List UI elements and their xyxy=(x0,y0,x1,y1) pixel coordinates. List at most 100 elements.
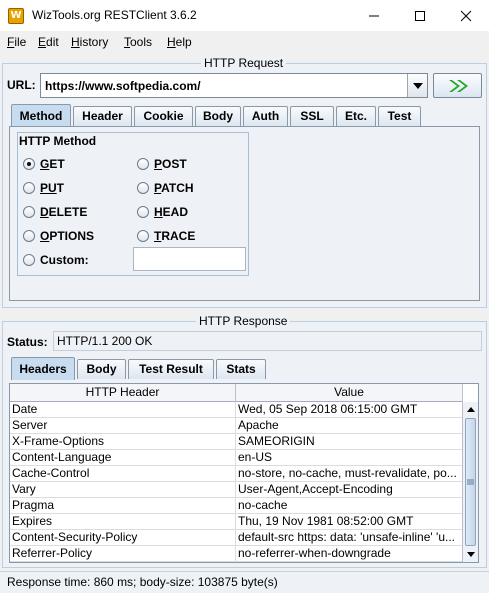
header-value-cell: Apache xyxy=(236,418,463,434)
radio-patch[interactable]: PATCH xyxy=(137,181,194,195)
header-name-cell: Pragma xyxy=(10,498,236,514)
table-header: HTTP Header Value xyxy=(10,384,463,402)
menu-bar: File Edit History Tools Help xyxy=(0,31,489,53)
radio-get[interactable]: GET xyxy=(23,157,65,171)
menu-file[interactable]: File xyxy=(7,35,26,49)
request-tabs: Method Header Cookie Body Auth SSL Etc. … xyxy=(9,104,479,127)
scroll-thumb[interactable] xyxy=(465,418,476,546)
header-name-cell: Content-Language xyxy=(10,450,236,466)
radio-icon xyxy=(137,230,149,242)
chevron-up-icon xyxy=(466,407,475,412)
maximize-icon xyxy=(415,10,425,21)
minimize-icon xyxy=(369,15,379,16)
radio-icon xyxy=(137,182,149,194)
table-scrollbar[interactable] xyxy=(462,402,478,562)
header-name-cell: X-Frame-Options xyxy=(10,434,236,450)
radio-icon xyxy=(137,158,149,170)
radio-put[interactable]: PUT xyxy=(23,181,64,195)
status-value: HTTP/1.1 200 OK xyxy=(53,331,482,351)
title-bar: W WizTools.org RESTClient 3.6.2 xyxy=(0,0,489,31)
table-row[interactable]: Referrer-Policy no-referrer-when-downgrad… xyxy=(10,546,463,562)
header-value-cell: default-src https: data: 'unsafe-inline'… xyxy=(236,530,463,546)
tab-ssl[interactable]: SSL xyxy=(290,106,334,126)
radio-post[interactable]: POST xyxy=(137,157,187,171)
tab-response-body[interactable]: Body xyxy=(77,359,126,379)
table-row[interactable]: Date Wed, 05 Sep 2018 06:15:00 GMT xyxy=(10,402,463,418)
double-chevron-right-icon xyxy=(448,79,468,92)
tab-cookie[interactable]: Cookie xyxy=(134,106,193,126)
url-input[interactable] xyxy=(41,74,401,97)
response-tabs: Headers Body Test Result Stats xyxy=(9,357,479,380)
header-name-cell: Content-Security-Policy xyxy=(10,530,236,546)
header-value-cell: no-store, no-cache, must-revalidate, po.… xyxy=(236,466,463,482)
header-name-cell: Vary xyxy=(10,482,236,498)
tab-auth[interactable]: Auth xyxy=(243,106,288,126)
header-value-cell: no-referrer-when-downgrade xyxy=(236,546,463,562)
table-row[interactable]: X-Frame-Options SAMEORIGIN xyxy=(10,434,463,450)
scroll-down-button[interactable] xyxy=(463,547,478,562)
table-row[interactable]: Expires Thu, 19 Nov 1981 08:52:00 GMT xyxy=(10,514,463,530)
chevron-down-icon xyxy=(412,82,423,89)
url-label: URL: xyxy=(7,78,36,92)
header-value-cell: en-US xyxy=(236,450,463,466)
header-value-cell: User-Agent,Accept-Encoding xyxy=(236,482,463,498)
http-method-title: HTTP Method xyxy=(19,134,97,148)
header-value-cell: no-cache xyxy=(236,498,463,514)
radio-icon xyxy=(23,254,35,266)
menu-history[interactable]: History xyxy=(71,35,108,49)
radio-icon xyxy=(23,182,35,194)
table-row[interactable]: Pragma no-cache xyxy=(10,498,463,514)
header-value-cell: Wed, 05 Sep 2018 06:15:00 GMT xyxy=(236,402,463,418)
radio-trace[interactable]: TRACE xyxy=(137,229,195,243)
app-logo-icon: W xyxy=(8,8,24,24)
header-name-cell: Expires xyxy=(10,514,236,530)
tab-body[interactable]: Body xyxy=(195,106,241,126)
table-row[interactable]: Cache-Control no-store, no-cache, must-re… xyxy=(10,466,463,482)
close-button[interactable] xyxy=(443,0,489,31)
header-value-cell: Thu, 19 Nov 1981 08:52:00 GMT xyxy=(236,514,463,530)
header-name-cell: Cache-Control xyxy=(10,466,236,482)
radio-icon xyxy=(23,230,35,242)
window-title: WizTools.org RESTClient 3.6.2 xyxy=(32,8,197,22)
header-name-cell: Referrer-Policy xyxy=(10,546,236,562)
send-request-button[interactable] xyxy=(433,73,482,98)
status-bar: Response time: 860 ms; body-size: 103875… xyxy=(0,571,489,593)
grip-icon xyxy=(467,479,474,485)
radio-selected-icon xyxy=(23,158,35,170)
radio-options[interactable]: OPTIONS xyxy=(23,229,94,243)
table-row[interactable]: Server Apache xyxy=(10,418,463,434)
menu-edit[interactable]: Edit xyxy=(38,35,59,49)
radio-icon xyxy=(23,206,35,218)
header-name-cell: Server xyxy=(10,418,236,434)
menu-tools[interactable]: Tools xyxy=(124,35,152,49)
status-label: Status: xyxy=(7,335,48,349)
radio-head[interactable]: HEAD xyxy=(137,205,188,219)
minimize-button[interactable] xyxy=(351,0,397,31)
radio-delete[interactable]: DELETE xyxy=(23,205,87,219)
url-combobox[interactable] xyxy=(40,73,428,98)
tab-stats[interactable]: Stats xyxy=(216,359,266,379)
table-row[interactable]: Content-Security-Policy default-src https… xyxy=(10,530,463,546)
chevron-down-icon xyxy=(466,552,475,557)
tab-etc[interactable]: Etc. xyxy=(336,106,376,126)
menu-help[interactable]: Help xyxy=(167,35,192,49)
header-name-cell: Date xyxy=(10,402,236,418)
tab-test[interactable]: Test xyxy=(378,106,421,126)
maximize-button[interactable] xyxy=(397,0,443,31)
table-row[interactable]: Content-Language en-US xyxy=(10,450,463,466)
http-request-title: HTTP Request xyxy=(201,56,287,70)
table-row[interactable]: Vary User-Agent,Accept-Encoding xyxy=(10,482,463,498)
tab-header[interactable]: Header xyxy=(73,106,132,126)
scroll-up-button[interactable] xyxy=(463,402,478,417)
header-value-cell: SAMEORIGIN xyxy=(236,434,463,450)
column-http-header[interactable]: HTTP Header xyxy=(10,384,236,402)
radio-custom[interactable]: Custom: xyxy=(23,253,89,267)
url-dropdown-button[interactable] xyxy=(407,74,427,97)
custom-method-input[interactable] xyxy=(133,247,246,271)
http-response-title: HTTP Response xyxy=(196,314,291,328)
tab-test-result[interactable]: Test Result xyxy=(128,359,214,379)
tab-method[interactable]: Method xyxy=(11,104,71,127)
close-icon xyxy=(460,10,472,21)
column-value[interactable]: Value xyxy=(236,384,463,402)
tab-headers[interactable]: Headers xyxy=(11,357,75,380)
